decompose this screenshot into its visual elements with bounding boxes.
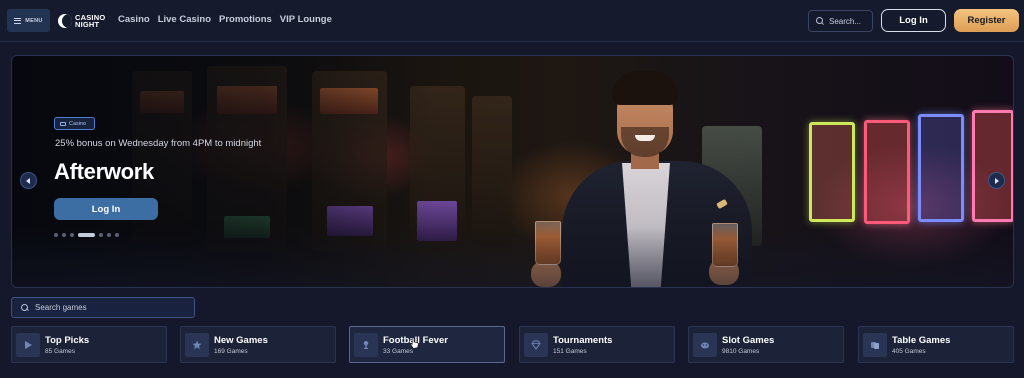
carousel-prev-button[interactable]: [20, 172, 37, 189]
trophy-icon: [354, 333, 378, 357]
menu-button[interactable]: MENU: [7, 9, 50, 32]
main-nav: Casino Live Casino Promotions VIP Lounge: [118, 14, 340, 25]
nav-casino[interactable]: Casino: [118, 14, 150, 25]
chevron-right-icon: [995, 177, 999, 184]
category-count: 169 Games: [214, 348, 248, 355]
search-icon: [816, 17, 824, 25]
login-button[interactable]: Log In: [881, 9, 946, 32]
slot-machine-image: [809, 122, 855, 222]
category-count: 85 Games: [45, 348, 75, 355]
category-card-new-games[interactable]: New Games 169 Games: [180, 326, 336, 363]
chevron-left-icon: [26, 177, 30, 184]
slot-machine-image: [918, 114, 964, 222]
category-name: New Games: [214, 335, 268, 346]
carousel-next-button[interactable]: [988, 172, 1005, 189]
play-icon: [16, 333, 40, 357]
category-card-football-fever[interactable]: Football Fever 33 Games: [349, 326, 505, 363]
carousel-dot[interactable]: [115, 233, 119, 237]
register-button[interactable]: Register: [954, 9, 1019, 32]
category-card-tournaments[interactable]: Tournaments 151 Games: [519, 326, 675, 363]
carousel-dots: [54, 233, 119, 237]
slot-icon: [693, 333, 717, 357]
category-card-top-picks[interactable]: Top Picks 85 Games: [11, 326, 167, 363]
header-search-placeholder: Search...: [829, 16, 862, 26]
category-card-slot-games[interactable]: Slot Games 9810 Games: [688, 326, 844, 363]
nav-promotions[interactable]: Promotions: [219, 14, 272, 25]
category-card-table-games[interactable]: Table Games 405 Games: [858, 326, 1014, 363]
search-icon: [21, 303, 29, 312]
ticket-icon: [60, 121, 66, 126]
star-icon: [185, 333, 209, 357]
mouse-pointer-icon: [410, 337, 419, 349]
top-bar: MENU CASINO NIGHT Casino Live Casino Pro…: [0, 0, 1024, 42]
nav-vip-lounge[interactable]: VIP Lounge: [280, 14, 332, 25]
category-count: 33 Games: [383, 348, 413, 355]
carousel-dot[interactable]: [62, 233, 66, 237]
slot-machine-image: [972, 110, 1013, 222]
logo-text-night: NIGHT: [75, 19, 100, 29]
moon-icon: [58, 13, 72, 28]
hero-banner[interactable]: Casino 25% bonus on Wednesday from 4PM t…: [11, 55, 1014, 288]
search-games-input[interactable]: Search games: [11, 297, 195, 318]
category-tag: Casino: [54, 117, 95, 130]
category-count: 405 Games: [892, 348, 926, 355]
category-name: Table Games: [892, 335, 951, 346]
cards-icon: [863, 333, 887, 357]
casino-night-logo[interactable]: CASINO NIGHT: [58, 12, 105, 29]
search-games-placeholder: Search games: [35, 303, 87, 312]
nav-live-casino[interactable]: Live Casino: [158, 14, 211, 25]
menu-label: MENU: [25, 17, 43, 24]
carousel-dot-active[interactable]: [78, 233, 95, 237]
hero-login-button[interactable]: Log In: [54, 198, 158, 220]
slot-machine-image: [864, 120, 910, 224]
diamond-icon: [524, 333, 548, 357]
hero-title: Afterwork: [54, 159, 154, 184]
category-name: Slot Games: [722, 335, 775, 346]
hamburger-icon: [14, 17, 22, 24]
category-name: Top Picks: [45, 335, 90, 346]
carousel-dot[interactable]: [70, 233, 74, 237]
hero-subtitle: 25% bonus on Wednesday from 4PM to midni…: [55, 138, 262, 149]
category-name: Tournaments: [553, 335, 613, 346]
carousel-dot[interactable]: [107, 233, 111, 237]
carousel-dot[interactable]: [54, 233, 58, 237]
category-count: 9810 Games: [722, 348, 760, 355]
category-tag-label: Casino: [69, 120, 87, 127]
header-search-button[interactable]: Search...: [808, 10, 873, 32]
carousel-dot[interactable]: [99, 233, 103, 237]
category-count: 151 Games: [553, 348, 587, 355]
